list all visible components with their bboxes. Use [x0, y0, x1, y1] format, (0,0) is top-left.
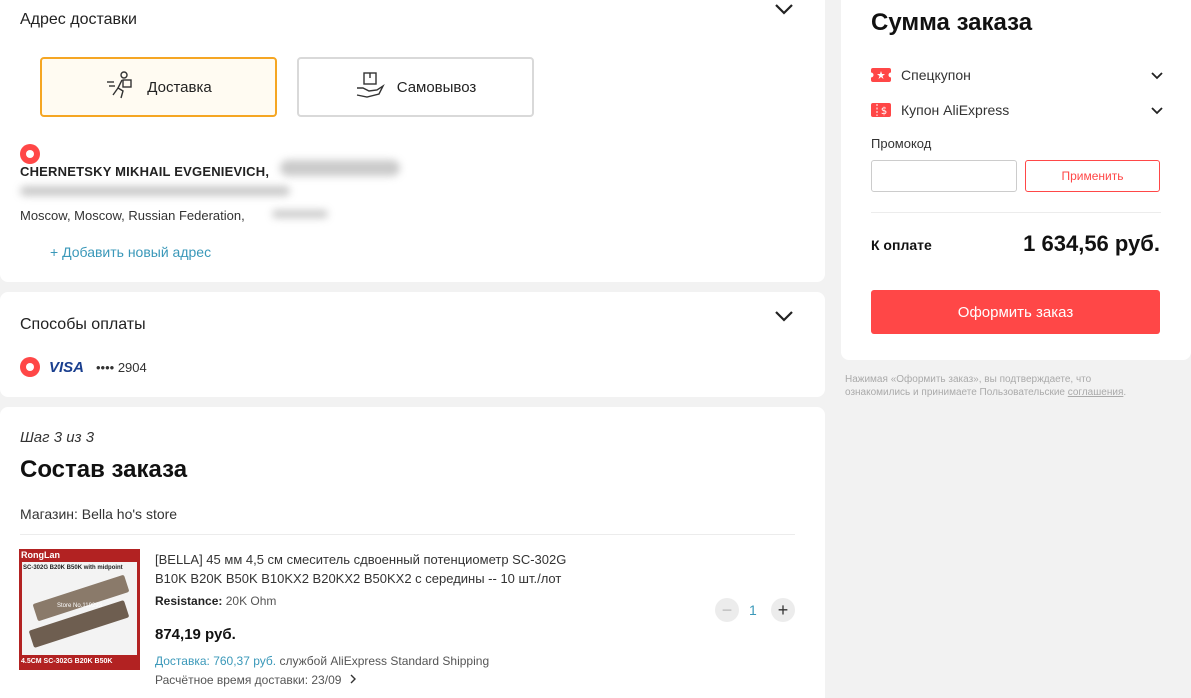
delivery-option-courier-label: Доставка — [147, 78, 212, 96]
promo-code-input[interactable] — [871, 160, 1017, 192]
step-indicator: Шаг 3 из 3 — [20, 429, 95, 446]
product-attribute: Resistance: 20K Ohm — [155, 594, 276, 608]
card-number: •••• 2904 — [96, 360, 147, 375]
product-title-line1[interactable]: [BELLA] 45 мм 4,5 см смеситель сдвоенный… — [155, 552, 566, 567]
courier-icon — [105, 70, 135, 104]
store-name: Магазин: Bella ho's store — [20, 506, 178, 522]
payment-collapse-chevron-icon[interactable] — [774, 309, 794, 323]
disclaimer-end: . — [1123, 387, 1127, 398]
special-coupon-label: Спецкупон — [901, 67, 971, 83]
apply-promo-button[interactable]: Применить — [1025, 160, 1160, 192]
checkout-button[interactable]: Оформить заказ — [871, 290, 1160, 334]
delivery-option-pickup[interactable]: Самовывоз — [297, 57, 534, 117]
aliexpress-coupon-chevron-icon — [1150, 103, 1164, 121]
product-image-top-text: SC-302G B20K B50K with midpoint — [23, 565, 123, 571]
order-summary-card: Сумма заказа Спецкупон $ Купон AliExpres… — [841, 0, 1191, 360]
add-address-link[interactable]: + Добавить новый адрес — [50, 244, 211, 260]
delivery-card: Адрес доставки Доставка Самовывоз CHERNE… — [0, 0, 825, 282]
promo-label: Промокод — [871, 136, 932, 151]
delivery-eta-text: Расчётное время доставки: 23/09 — [155, 673, 342, 687]
disclaimer-line1: Нажимая «Оформить заказ», вы подтверждае… — [845, 374, 1092, 385]
redacted-street — [20, 186, 290, 196]
aliexpress-coupon-label: Купон AliExpress — [901, 102, 1010, 118]
shipping-info: Доставка: 760,37 руб. службой AliExpress… — [155, 654, 489, 668]
quantity-value[interactable]: 1 — [749, 602, 757, 618]
product-price: 874,19 руб. — [155, 626, 236, 643]
aliexpress-coupon-icon: $ — [871, 103, 891, 122]
total-amount: 1 634,56 руб. — [1023, 231, 1160, 256]
delivery-eta[interactable]: Расчётное время доставки: 23/09 — [155, 673, 357, 687]
special-coupon-icon — [868, 68, 894, 87]
summary-divider — [871, 212, 1161, 213]
quantity-increase-button[interactable]: + — [771, 598, 795, 622]
delivery-collapse-chevron-icon[interactable] — [774, 2, 794, 16]
product-image-brand: RongLan — [21, 550, 60, 560]
attribute-name: Resistance: — [155, 594, 223, 608]
address-text: Moscow, Moscow, Russian Federation, — [20, 208, 245, 223]
payment-title: Способы оплаты — [20, 316, 146, 333]
payment-radio-selected[interactable] — [20, 357, 40, 377]
attribute-value: 20K Ohm — [225, 594, 277, 608]
quantity-decrease-button[interactable]: − — [715, 598, 739, 622]
special-coupon-chevron-icon — [1150, 68, 1164, 86]
product-image-store-text: Store No.119293 — [57, 603, 102, 609]
order-title: Состав заказа — [20, 456, 188, 483]
special-coupon-row[interactable]: Спецкупон — [868, 66, 1164, 87]
pickup-box-icon — [355, 70, 385, 104]
checkout-disclaimer: Нажимая «Оформить заказ», вы подтверждае… — [845, 373, 1175, 399]
disclaimer-line2-wrap: ознакомились и принимаете Пользовательск… — [845, 386, 1175, 399]
disclaimer-line2: ознакомились и принимаете Пользовательск… — [845, 387, 1065, 398]
recipient-name: CHERNETSKY MIKHAIL EVGENIEVICH, — [20, 164, 270, 179]
product-title-line2[interactable]: B10K B20K B50K B10KX2 B20KX2 B50KX2 с се… — [155, 571, 561, 586]
shipping-cost: Доставка: 760,37 руб. — [155, 654, 277, 668]
svg-text:$: $ — [881, 106, 887, 117]
chevron-right-icon — [349, 673, 357, 687]
delivery-option-pickup-label: Самовывоз — [396, 78, 477, 96]
product-image-bottom-text: 4.5CM SC-302G B20K B50K — [21, 658, 113, 665]
terms-link[interactable]: соглашения — [1068, 387, 1124, 398]
divider — [20, 534, 795, 535]
product-image[interactable]: RongLan SC-302G B20K B50K with midpoint … — [19, 549, 140, 670]
payment-card: Способы оплаты VISA •••• 2904 — [0, 292, 825, 397]
order-card: Шаг 3 из 3 Состав заказа Магазин: Bella … — [0, 407, 825, 698]
total-label: К оплате — [871, 237, 932, 253]
redacted-phone — [280, 160, 400, 176]
delivery-option-courier[interactable]: Доставка — [40, 57, 277, 117]
aliexpress-coupon-row[interactable]: $ Купон AliExpress — [871, 101, 1164, 122]
summary-title: Сумма заказа — [871, 9, 1033, 36]
address-radio-selected[interactable] — [20, 144, 40, 164]
visa-logo: VISA — [49, 359, 85, 376]
redacted-postcode — [272, 210, 328, 218]
shipping-service: службой AliExpress Standard Shipping — [279, 654, 490, 668]
delivery-title: Адрес доставки — [20, 11, 137, 28]
